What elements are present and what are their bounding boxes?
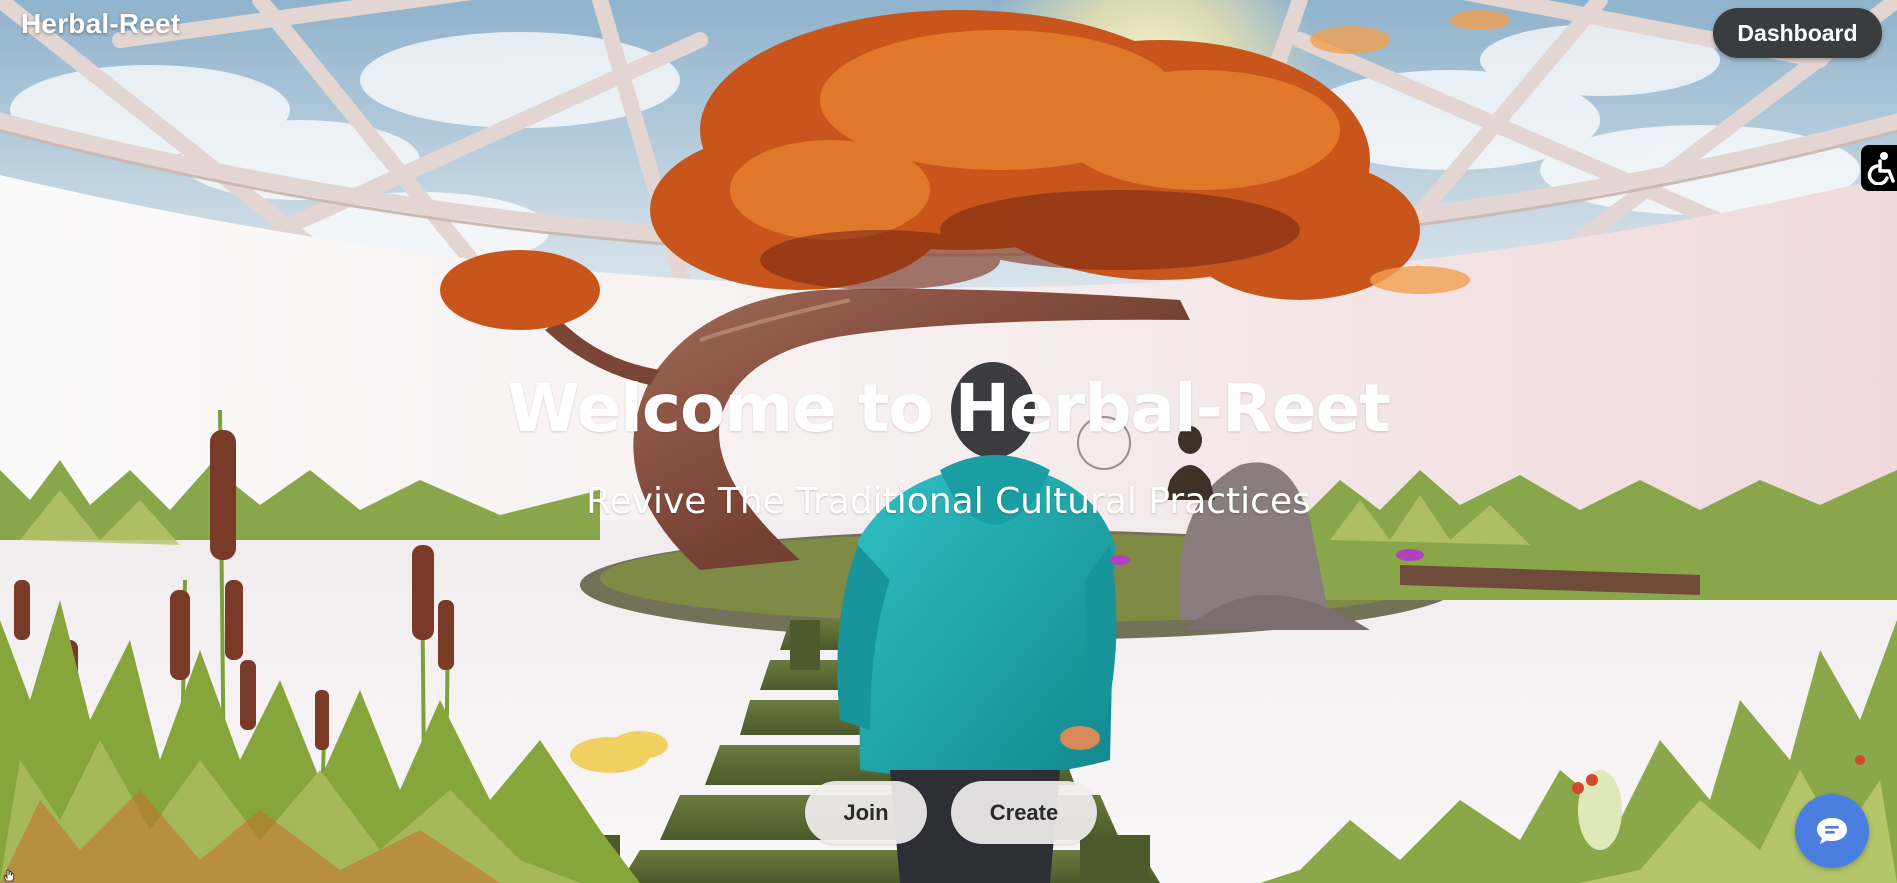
hero-title: Welcome to Herbal-Reet	[507, 370, 1391, 447]
dashboard-button[interactable]: Dashboard	[1713, 8, 1882, 58]
chat-icon	[1817, 818, 1847, 844]
join-button[interactable]: Join	[805, 781, 927, 844]
virtual-world-page: Herbal-Reet Dashboard Welcome to Herbal-…	[0, 0, 1897, 883]
brand-logo-text[interactable]: Herbal-Reet	[21, 8, 180, 40]
create-button[interactable]: Create	[951, 781, 1097, 844]
chat-widget-button[interactable]	[1795, 794, 1869, 868]
accessibility-icon	[1867, 152, 1895, 185]
accessibility-button[interactable]	[1861, 145, 1897, 191]
hand-cursor-icon	[3, 869, 15, 882]
hero-subtitle: Revive The Traditional Cultural Practice…	[586, 481, 1311, 522]
